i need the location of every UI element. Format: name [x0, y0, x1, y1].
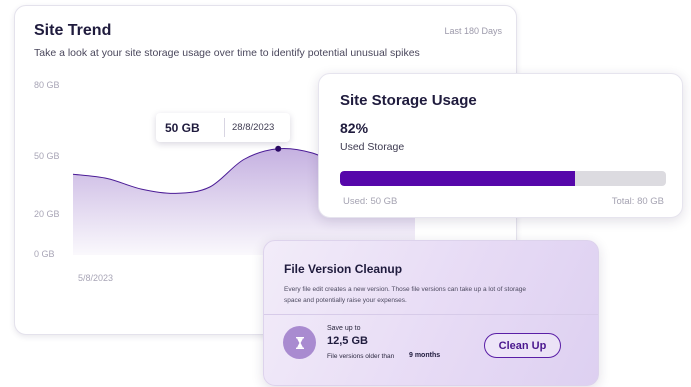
site-storage-usage-card: Site Storage Usage 82% Used Storage Used… — [318, 73, 683, 218]
storage-caption: Used Storage — [340, 141, 405, 153]
storage-used-label: Used: 50 GB — [343, 196, 398, 207]
clean-up-button[interactable]: Clean Up — [484, 333, 561, 358]
save-up-label: Save up to — [327, 325, 361, 332]
storage-percent: 82% — [340, 120, 369, 136]
file-version-cleanup-card: File Version Cleanup Every file edit cre… — [263, 240, 599, 386]
storage-progress-bar — [340, 171, 666, 186]
cleanup-description: Every file edit creates a new version. T… — [284, 286, 526, 304]
storage-total-label: Total: 80 GB — [611, 196, 664, 207]
tooltip-value: 50 GB — [165, 121, 200, 135]
save-up-value: 12,5 GB — [327, 335, 368, 347]
tooltip-divider — [224, 118, 225, 137]
trend-highlight-point[interactable] — [275, 145, 282, 152]
older-than-value: 9 months — [409, 352, 441, 359]
cleanup-title: File Version Cleanup — [284, 262, 403, 276]
storage-title: Site Storage Usage — [340, 92, 477, 109]
cleanup-divider — [264, 314, 598, 315]
storage-progress-fill — [340, 171, 575, 186]
tooltip-date: 28/8/2023 — [232, 122, 275, 133]
older-than-label: File versions older than — [327, 353, 395, 360]
hourglass-icon — [283, 326, 316, 359]
chart-tooltip: 50 GB 28/8/2023 — [156, 113, 290, 142]
